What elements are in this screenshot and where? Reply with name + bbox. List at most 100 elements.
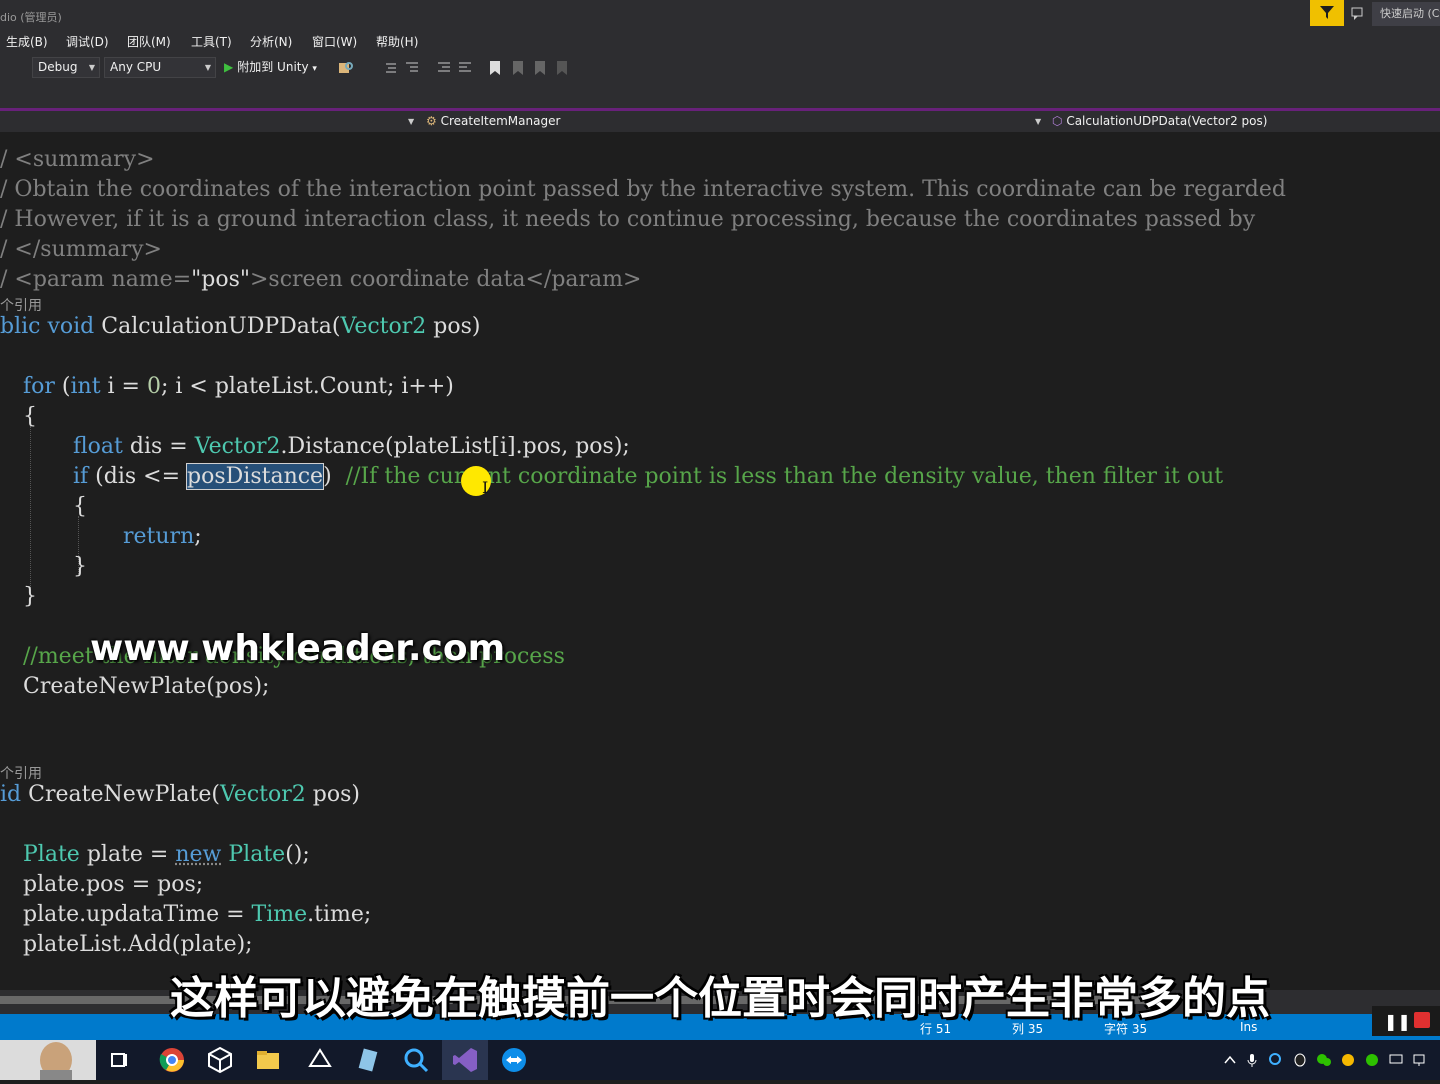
step-into-icon[interactable]: [404, 60, 420, 76]
code-text: ;: [194, 524, 201, 549]
keyword: for: [23, 374, 55, 399]
search-app-icon[interactable]: [402, 1046, 430, 1074]
type-name: Time: [252, 902, 308, 927]
code-line: }: [23, 582, 37, 612]
bookmark-icon[interactable]: [487, 60, 503, 76]
code-editor[interactable]: / <summary> / Obtain the coordinates of …: [0, 132, 1440, 990]
platform-select[interactable]: Any CPU ▼: [104, 57, 216, 78]
code-text: ): [323, 464, 346, 489]
solution-config-select[interactable]: Debug ▼: [32, 57, 100, 78]
platform-value: Any CPU: [110, 60, 161, 74]
teamviewer-icon[interactable]: [500, 1046, 528, 1074]
attach-unity-label: 附加到 Unity: [237, 60, 308, 74]
method-select[interactable]: ⬡ CalculationUDPData(Vector2 pos): [1052, 112, 1267, 131]
unity-icon[interactable]: [206, 1046, 234, 1074]
tray-overflow-icon[interactable]: [1222, 1052, 1238, 1068]
selected-identifier[interactable]: posDistance: [187, 464, 323, 489]
type-name: Vector2: [340, 314, 426, 339]
pause-icon[interactable]: ❚❚: [1384, 1012, 1411, 1031]
code-text: dis =: [123, 434, 195, 459]
xml-doc-comment: / However, if it is a ground interaction…: [0, 207, 1255, 232]
code-text: i =: [101, 374, 147, 399]
code-line: {: [23, 402, 37, 432]
video-subtitle: 这样可以避免在触摸前一个位置时会同时产生非常多的点: [0, 962, 1440, 1026]
code-line: / </summary>: [0, 235, 162, 265]
keyword: if: [73, 464, 88, 489]
explorer-icon[interactable]: [254, 1046, 282, 1074]
menu-team[interactable]: 团队(M): [127, 33, 171, 50]
method-name: CreateNewPlate(: [21, 782, 220, 807]
xml-attr-value: "pos": [191, 267, 250, 292]
indent-guide: [30, 426, 31, 588]
wechat-work-icon[interactable]: [1364, 1052, 1380, 1068]
code-text: plate =: [80, 842, 176, 867]
xml-doc-comment: / </summary>: [0, 237, 162, 262]
xml-doc-comment: / <summary>: [0, 147, 155, 172]
tray-search-icon[interactable]: [1268, 1052, 1284, 1068]
xml-doc-comment: >screen coordinate data</param>: [250, 267, 641, 292]
step-over-icon[interactable]: [384, 60, 400, 76]
clear-bookmarks-icon[interactable]: [554, 60, 570, 76]
stop-icon[interactable]: [1414, 1012, 1430, 1028]
quick-launch-input[interactable]: 快速启动 (Ctrl+Q): [1372, 2, 1440, 26]
menu-tools[interactable]: 工具(T): [191, 33, 232, 50]
notification-filter-button[interactable]: [1310, 0, 1344, 26]
microphone-icon[interactable]: [1244, 1052, 1260, 1068]
code-text: ();: [285, 842, 310, 867]
keyword: id: [0, 782, 21, 807]
keyword: blic void: [0, 314, 94, 339]
code-text: ; i < plateList.Count; i++): [161, 374, 454, 399]
visual-studio-icon[interactable]: [451, 1046, 479, 1074]
title-bar: [0, 0, 1440, 30]
app-tray-icon[interactable]: [1340, 1052, 1356, 1068]
type-name: Plate: [23, 842, 80, 867]
number-literal: 0: [147, 374, 161, 399]
chevron-down-icon[interactable]: ▼: [408, 112, 414, 131]
display-icon[interactable]: [1388, 1052, 1404, 1068]
play-icon: ▶: [224, 60, 233, 74]
class-icon: ⚙: [426, 114, 437, 128]
prev-bookmark-icon[interactable]: [510, 60, 526, 76]
type-name: Vector2: [220, 782, 306, 807]
task-view-icon[interactable]: [106, 1046, 134, 1074]
code-text: pos): [426, 314, 480, 339]
next-bookmark-icon[interactable]: [532, 60, 548, 76]
code-text: .Distance(plateList[i].pos, pos);: [281, 434, 630, 459]
method-select-value: CalculationUDPData(Vector2 pos): [1066, 114, 1267, 128]
avatar: [0, 1040, 96, 1080]
chevron-down-icon: ▼: [205, 58, 211, 77]
find-in-files-icon[interactable]: [338, 60, 354, 76]
chrome-icon[interactable]: [158, 1046, 186, 1074]
indent-icon[interactable]: [457, 60, 473, 76]
code-text: .time;: [307, 902, 371, 927]
menu-window[interactable]: 窗口(W): [312, 33, 357, 50]
chevron-down-icon[interactable]: ▼: [1035, 112, 1041, 131]
menu-debug[interactable]: 调试(D): [66, 33, 109, 50]
solution-config-value: Debug: [38, 60, 77, 74]
unity-hub-icon[interactable]: [306, 1046, 334, 1074]
code-line: for (int i = 0; i < plateList.Count; i++…: [23, 372, 454, 402]
code-text: }: [23, 584, 37, 609]
type-name: Plate: [228, 842, 285, 867]
filter-icon: [1320, 6, 1334, 20]
menu-analyze[interactable]: 分析(N): [250, 33, 292, 50]
attach-unity-button[interactable]: ▶ 附加到 Unity ▾: [224, 57, 317, 78]
menu-build[interactable]: 生成(B): [6, 33, 48, 50]
wechat-icon[interactable]: [1316, 1052, 1332, 1068]
notes-icon[interactable]: [354, 1046, 382, 1074]
code-text: CreateNewPlate(pos);: [23, 674, 269, 699]
feedback-icon[interactable]: [1350, 6, 1366, 22]
code-text: plate.pos = pos;: [23, 872, 203, 897]
outdent-icon[interactable]: [436, 60, 452, 76]
watermark: www.whkleader.com: [90, 628, 505, 669]
code-line: / <param name="pos">screen coordinate da…: [0, 265, 641, 295]
code-line: }: [73, 552, 87, 582]
qq-icon[interactable]: [1292, 1052, 1308, 1068]
class-select[interactable]: ⚙ CreateItemManager: [426, 112, 560, 131]
code-line: blic void CalculationUDPData(Vector2 pos…: [0, 312, 480, 342]
menu-help[interactable]: 帮助(H): [376, 33, 418, 50]
code-line: return;: [123, 522, 202, 552]
network-icon[interactable]: [1412, 1052, 1428, 1068]
keyword: new: [175, 842, 221, 867]
code-line: plate.pos = pos;: [23, 870, 203, 900]
